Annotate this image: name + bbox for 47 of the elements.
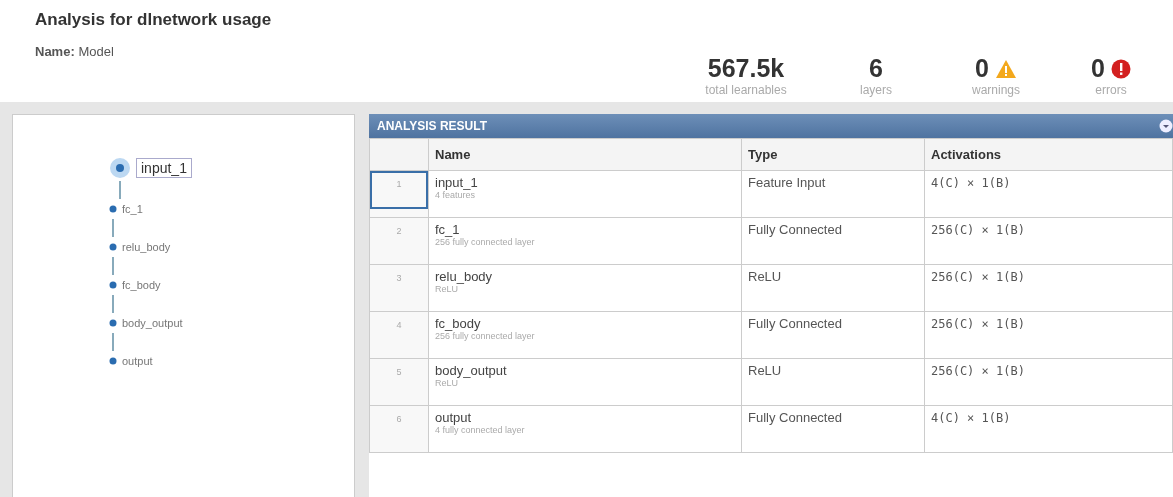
stat-value: 0 bbox=[1091, 54, 1105, 83]
stat-label: errors bbox=[1095, 83, 1127, 97]
page-title: Analysis for dlnetwork usage bbox=[35, 10, 272, 30]
activations-cell: 256(C) × 1(B) bbox=[924, 217, 1173, 265]
layer-description: ReLU bbox=[435, 378, 459, 388]
layer-type: ReLU bbox=[741, 264, 925, 312]
layer-name: input_1 bbox=[435, 175, 479, 190]
node-label[interactable]: output bbox=[122, 355, 153, 367]
stat-label: total learnables bbox=[705, 83, 787, 97]
layer-name: fc_1 bbox=[435, 222, 461, 237]
layer-description: 256 fully connected layer bbox=[435, 237, 536, 247]
layer-description: 256 fully connected layer bbox=[435, 331, 536, 341]
layer-type: Feature Input bbox=[741, 170, 925, 218]
layer-type: ReLU bbox=[741, 358, 925, 406]
column-header[interactable]: Name bbox=[428, 138, 742, 171]
layer-name: relu_body bbox=[435, 269, 494, 284]
layer-description: ReLU bbox=[435, 284, 459, 294]
layer-type: Fully Connected bbox=[741, 405, 925, 453]
stat-label: layers bbox=[860, 83, 892, 97]
layer-type: Fully Connected bbox=[741, 311, 925, 359]
activations-cell: 256(C) × 1(B) bbox=[924, 358, 1173, 406]
panel-title: ANALYSIS RESULT bbox=[377, 119, 487, 133]
activations-cell: 4(C) × 1(B) bbox=[924, 170, 1173, 218]
warning-icon bbox=[994, 58, 1017, 79]
collapse-icon[interactable] bbox=[1159, 119, 1173, 133]
node-label[interactable]: body_output bbox=[122, 317, 183, 329]
stat-label: warnings bbox=[972, 83, 1020, 97]
layer-name: output bbox=[435, 410, 473, 425]
node-label[interactable]: relu_body bbox=[122, 241, 171, 253]
stat-value: 0 bbox=[975, 54, 989, 83]
error-icon bbox=[1110, 58, 1131, 79]
node-label[interactable]: fc_body bbox=[122, 279, 161, 291]
node-label[interactable]: input_1 bbox=[136, 158, 192, 178]
column-header[interactable]: Type bbox=[741, 138, 925, 171]
activations-cell: 256(C) × 1(B) bbox=[924, 264, 1173, 312]
stat-value: 6 bbox=[869, 54, 883, 83]
activations-cell: 256(C) × 1(B) bbox=[924, 311, 1173, 359]
layer-description: 4 features bbox=[435, 190, 477, 200]
node-label[interactable]: fc_1 bbox=[122, 203, 143, 215]
activations-cell: 4(C) × 1(B) bbox=[924, 405, 1173, 453]
layer-name: fc_body bbox=[435, 316, 482, 331]
stat-value: 567.5k bbox=[707, 54, 785, 83]
layer-description: 4 fully connected layer bbox=[435, 425, 526, 435]
layer-name: body_output bbox=[435, 363, 508, 378]
column-header[interactable]: Activations bbox=[924, 138, 1173, 171]
model-name: Name: Model bbox=[35, 44, 115, 59]
layer-type: Fully Connected bbox=[741, 217, 925, 265]
